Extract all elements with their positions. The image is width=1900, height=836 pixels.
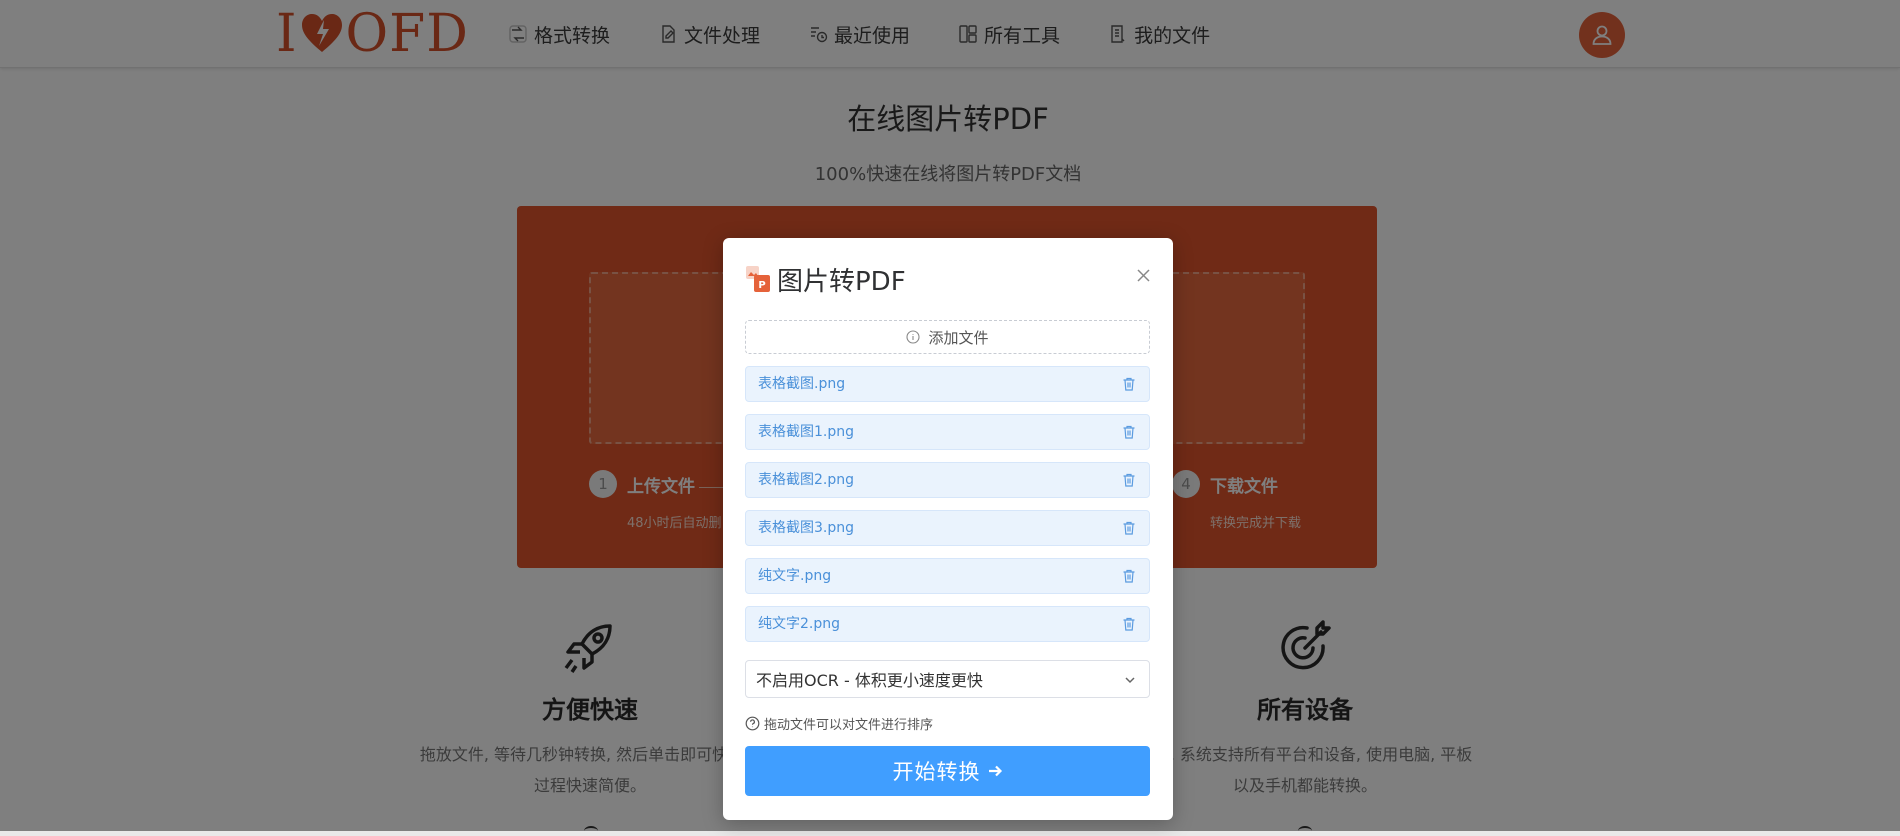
trash-icon[interactable] — [1121, 472, 1137, 488]
ocr-selected-value: 不启用OCR - 体积更小速度更快 — [756, 671, 983, 690]
info-circle-icon — [906, 330, 921, 344]
start-convert-label: 开始转换 — [892, 760, 981, 784]
close-dialog-button[interactable] — [1130, 262, 1156, 288]
arrow-right-icon — [988, 765, 1002, 777]
trash-icon[interactable] — [1121, 424, 1137, 440]
start-convert-button[interactable]: 开始转换 — [745, 746, 1150, 796]
chevron-down-icon — [1125, 677, 1135, 684]
file-name: 纯文字.png — [758, 568, 832, 584]
image-to-pdf-icon: P — [746, 266, 770, 292]
trash-icon[interactable] — [1121, 568, 1137, 584]
add-file-button[interactable]: 添加文件 — [745, 320, 1150, 354]
trash-icon[interactable] — [1121, 520, 1137, 536]
file-name: 表格截图1.png — [758, 424, 855, 440]
file-item[interactable]: 表格截图.png — [745, 366, 1150, 402]
ocr-mode-select[interactable]: 不启用OCR - 体积更小速度更快 — [745, 660, 1150, 698]
file-item[interactable]: 表格截图1.png — [745, 414, 1150, 450]
sort-hint-text: 拖动文件可以对文件进行排序 — [764, 717, 934, 733]
svg-text:P: P — [758, 280, 765, 291]
trash-icon[interactable] — [1121, 616, 1137, 632]
sort-hint: 拖动文件可以对文件进行排序 — [745, 714, 934, 733]
file-name: 表格截图.png — [758, 376, 846, 392]
dialog-title: 图片转PDF — [777, 266, 906, 297]
file-name: 表格截图2.png — [758, 472, 855, 488]
file-name: 表格截图3.png — [758, 520, 855, 536]
file-name: 纯文字2.png — [758, 616, 841, 632]
window-bottom-edge — [0, 831, 1900, 836]
add-file-label: 添加文件 — [928, 328, 989, 347]
file-item[interactable]: 表格截图3.png — [745, 510, 1150, 546]
trash-icon[interactable] — [1121, 376, 1137, 392]
file-item[interactable]: 纯文字2.png — [745, 606, 1150, 642]
close-icon — [1136, 268, 1150, 282]
question-circle-icon — [745, 716, 760, 730]
file-list: 表格截图.png 表格截图1.png 表格截图2.png 表格截图3.png 纯… — [745, 366, 1150, 654]
file-item[interactable]: 纯文字.png — [745, 558, 1150, 594]
dialog-header: P 图片转PDF — [745, 262, 906, 297]
file-item[interactable]: 表格截图2.png — [745, 462, 1150, 498]
image-to-pdf-dialog: P 图片转PDF 添加文件 表格截图.png 表格截图1.png 表格截图2.p… — [723, 238, 1173, 820]
